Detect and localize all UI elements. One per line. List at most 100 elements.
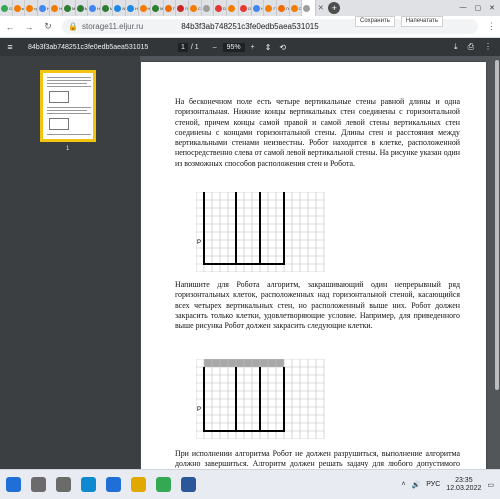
menu-icon[interactable]: ≡ (0, 42, 20, 52)
browser-tab[interactable]: Go (0, 0, 13, 16)
maximize-icon[interactable]: ▢ (475, 4, 482, 12)
page-thumbnail[interactable] (40, 70, 96, 142)
more-options-icon[interactable]: ⋮ (484, 42, 492, 52)
start-icon[interactable] (6, 477, 21, 492)
tab-favicon-icon (26, 4, 34, 12)
task-paragraph-3: При исполнении алгоритма Робот не должен… (175, 449, 460, 469)
browser-tab[interactable]: Di (214, 0, 227, 16)
print-button[interactable]: Напечатать (400, 16, 443, 27)
tab-favicon-icon (189, 4, 197, 12)
browser-tab[interactable]: Н (50, 0, 63, 16)
save-button[interactable]: Сохранить (355, 16, 395, 27)
browser-tab[interactable]: Ге (176, 0, 189, 16)
tab-label: Н (260, 5, 264, 11)
thumbnail-line (47, 80, 91, 81)
close-window-icon[interactable]: ✕ (489, 4, 495, 12)
browser-tab[interactable]: Н (88, 0, 101, 16)
print-icon[interactable]: ⎙ (468, 42, 474, 52)
browser-tab[interactable]: Н (252, 0, 265, 16)
browser-tab[interactable] (227, 0, 240, 16)
zoom-level[interactable]: 95% (222, 42, 245, 52)
browser-tab[interactable]: Ce (290, 0, 303, 16)
scrollbar-thumb[interactable] (495, 60, 499, 390)
browser-tab[interactable]: M (76, 0, 89, 16)
store-icon[interactable] (106, 477, 121, 492)
tab-label: Н (147, 5, 151, 11)
browser-tab[interactable]: М (151, 0, 164, 16)
fit-page-icon[interactable]: ⇕ (265, 43, 272, 52)
volume-icon[interactable]: 🔊 (412, 481, 421, 489)
chevron-up-icon[interactable]: ˄ (401, 481, 405, 488)
back-icon[interactable]: ← (5, 22, 15, 32)
tab-label: Н (59, 5, 63, 11)
tab-favicon-icon (38, 4, 46, 12)
clock-time: 23:35 (455, 476, 473, 484)
word-icon[interactable] (181, 477, 196, 492)
pdf-page: На бесконечном поле есть четыре вертикал… (141, 62, 486, 469)
tab-favicon-icon (63, 4, 71, 12)
scrollbar[interactable] (494, 56, 500, 469)
browser-tab[interactable]: M (63, 0, 76, 16)
tab-favicon-icon (164, 4, 172, 12)
tab-favicon-icon (252, 4, 260, 12)
tab-label: N (122, 5, 126, 11)
browser-tab[interactable]: Ге (277, 0, 290, 16)
tab-list: GosgгрННMMНMNННМГГеCeDiDiНГГеCe (0, 0, 303, 16)
browser-menu-icon[interactable]: ⋮ (487, 21, 496, 32)
task-view-icon[interactable] (56, 477, 71, 492)
minimize-icon[interactable]: — (460, 4, 467, 12)
url-host: storage11.eljur.ru (81, 22, 144, 31)
pdf-title: 84b3f3ab748251c3fe0edb5aea531015 (28, 43, 149, 51)
browser-tab[interactable]: Н (126, 0, 139, 16)
browser-tab[interactable]: sg (13, 0, 26, 16)
language-indicator[interactable]: РУС (426, 481, 440, 488)
lock-icon: 🔒 (68, 22, 78, 31)
tab-favicon-icon (89, 4, 97, 12)
download-icon[interactable]: ⤓ (454, 42, 458, 52)
zoom-in-button[interactable]: + (251, 44, 255, 51)
search-icon[interactable] (31, 477, 46, 492)
browser-tab[interactable] (202, 0, 215, 16)
files-icon[interactable] (131, 477, 146, 492)
browser-tab[interactable]: гр (25, 0, 38, 16)
tab-label: Н (97, 5, 101, 11)
taskbar-icons (6, 477, 206, 492)
forward-icon[interactable]: → (24, 22, 34, 32)
page-actions: Сохранить Напечатать (355, 16, 443, 27)
tab-favicon-icon (51, 4, 59, 12)
clock-date: 12.03.2022 (446, 484, 482, 492)
rotate-icon[interactable]: ⟲ (279, 43, 286, 52)
clock[interactable]: 23:35 12.03.2022 (446, 477, 481, 493)
thumbnail-figure (49, 91, 69, 103)
tab-label: Н (46, 5, 50, 11)
browser-tab[interactable]: Г (264, 0, 278, 16)
pdf-toolbar: ≡ 84b3f3ab748251c3fe0edb5aea531015 1 / 1… (0, 38, 500, 56)
tab-favicon-icon (152, 4, 160, 12)
browser-tab[interactable]: Г (164, 0, 177, 16)
thumbnail-line (47, 107, 91, 108)
new-tab-button[interactable]: + (328, 2, 341, 14)
reload-icon[interactable]: ↻ (43, 21, 53, 32)
chrome-icon[interactable] (156, 477, 171, 492)
pdf-actions: ⤓ ⎙ ⋮ (454, 42, 500, 52)
robot-marker: Р (197, 407, 201, 413)
browser-tab[interactable]: Н (38, 0, 51, 16)
tab-favicon-icon (227, 4, 235, 12)
edge-icon[interactable] (81, 477, 96, 492)
thumbnail-line (47, 134, 91, 135)
tab-favicon-icon (240, 4, 248, 12)
browser-tab[interactable]: M (101, 0, 114, 16)
current-page-input[interactable]: 1 (178, 42, 188, 52)
tab-active[interactable] (302, 0, 317, 16)
browser-tab[interactable]: N (113, 0, 126, 16)
figure-walls-robot: Р (196, 192, 325, 272)
browser-tab[interactable]: Di (239, 0, 252, 16)
browser-tab[interactable]: Н (139, 0, 152, 16)
notifications-icon[interactable]: ▭ (487, 481, 494, 489)
browser-tab[interactable]: Ce (189, 0, 202, 16)
document-icon (303, 4, 311, 12)
zoom-out-button[interactable]: – (213, 44, 217, 51)
url-doc-title: 84b3f3ab748251c3fe0edb5aea531015 (181, 22, 319, 31)
close-tab-icon[interactable]: ✕ (316, 4, 325, 12)
thumbnail-page-number: 1 (66, 146, 70, 152)
